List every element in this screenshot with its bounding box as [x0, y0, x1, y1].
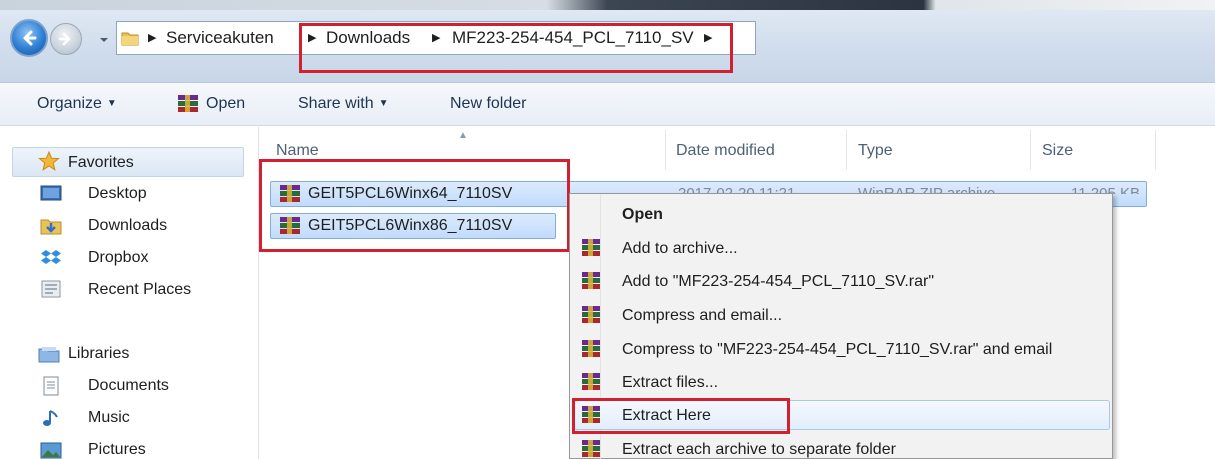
winrar-icon	[178, 95, 198, 112]
downloads-folder-icon	[40, 219, 62, 235]
column-header-type[interactable]: Type	[858, 140, 893, 162]
menu-item-add-to-rar[interactable]: Add to "MF223-254-454_PCL_7110_SV.rar"	[622, 270, 934, 294]
chevron-down-icon: ▼	[106, 98, 117, 109]
documents-icon	[43, 376, 59, 396]
music-icon	[43, 410, 58, 426]
winrar-icon	[582, 272, 600, 289]
sidebar-libraries-label[interactable]: Libraries	[68, 342, 129, 366]
forward-arrow-icon	[58, 32, 71, 46]
sidebar-item-downloads[interactable]: Downloads	[88, 214, 167, 238]
organize-button[interactable]: Organize ▼	[37, 93, 117, 115]
selected-files-highlight-box	[259, 159, 570, 252]
back-arrow-icon	[23, 30, 37, 46]
folder-icon	[121, 32, 139, 46]
column-divider[interactable]	[1030, 130, 1031, 170]
new-folder-button[interactable]: New folder	[450, 93, 526, 115]
back-button[interactable]	[10, 19, 48, 57]
recent-places-icon	[41, 280, 61, 298]
sidebar-item-desktop[interactable]: Desktop	[88, 182, 147, 206]
menu-item-extract-each-archive[interactable]: Extract each archive to separate folder	[622, 438, 896, 459]
winrar-icon	[582, 306, 600, 323]
recent-pages-dropdown-icon[interactable]	[99, 35, 109, 45]
menu-item-add-to-archive[interactable]: Add to archive...	[622, 237, 738, 261]
breadcrumb-highlight-box	[299, 23, 733, 73]
winrar-icon	[582, 440, 600, 457]
winrar-icon	[582, 239, 600, 256]
share-with-button[interactable]: Share with ▼	[298, 93, 389, 115]
sidebar-item-pictures[interactable]: Pictures	[88, 438, 146, 459]
winrar-icon	[582, 340, 600, 357]
pictures-icon	[40, 442, 62, 459]
sidebar-favorites-label[interactable]: Favorites	[68, 151, 134, 175]
breadcrumb-separator-icon[interactable]: ▶	[148, 28, 160, 48]
column-divider[interactable]	[665, 130, 666, 170]
sidebar-item-dropbox[interactable]: Dropbox	[88, 246, 148, 270]
chevron-down-icon: ▼	[378, 98, 389, 109]
forward-button[interactable]	[50, 23, 82, 55]
organize-label: Organize	[37, 95, 102, 112]
dropbox-icon	[41, 250, 61, 264]
column-divider[interactable]	[1155, 130, 1156, 170]
star-icon	[38, 151, 60, 171]
menu-item-extract-files[interactable]: Extract files...	[622, 371, 718, 395]
sidebar-item-documents[interactable]: Documents	[88, 374, 169, 398]
open-button[interactable]: Open	[206, 93, 245, 115]
menu-item-compress-and-email[interactable]: Compress and email...	[622, 304, 782, 328]
sort-ascending-icon: ▲	[458, 130, 468, 141]
menu-item-compress-to-rar-and-email[interactable]: Compress to "MF223-254-454_PCL_7110_SV.r…	[622, 338, 1052, 362]
winrar-icon	[582, 373, 600, 390]
column-divider[interactable]	[846, 130, 847, 170]
menu-item-open[interactable]: Open	[622, 203, 663, 227]
breadcrumb-item-serviceakuten[interactable]: Serviceakuten	[166, 26, 274, 50]
sidebar-item-music[interactable]: Music	[88, 406, 130, 430]
window-top-strip	[0, 0, 1215, 10]
sidebar-item-recent-places[interactable]: Recent Places	[88, 278, 191, 302]
column-header-date-modified[interactable]: Date modified	[676, 140, 775, 162]
extract-here-highlight-box	[572, 398, 790, 434]
share-with-label: Share with	[298, 95, 374, 112]
libraries-icon	[38, 347, 60, 363]
column-header-size[interactable]: Size	[1042, 140, 1073, 162]
desktop-icon	[40, 185, 62, 201]
